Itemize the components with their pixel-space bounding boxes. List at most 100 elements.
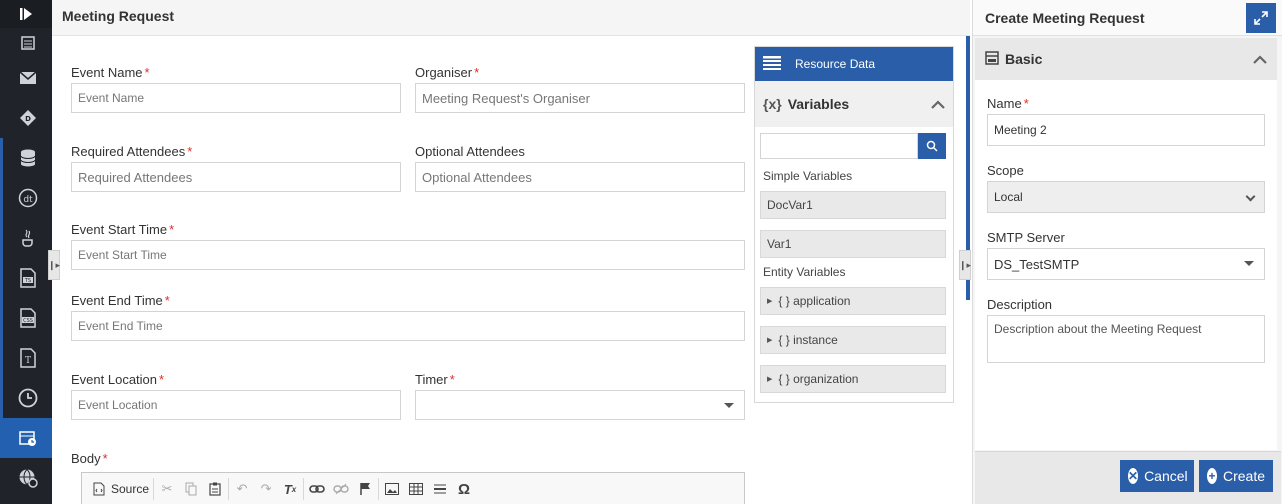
dt-icon[interactable]: dt xyxy=(0,178,52,218)
icon-rail: D dt TS CSS T xyxy=(0,0,52,504)
event-name-label: Event Name * xyxy=(71,65,150,80)
clock-icon[interactable] xyxy=(0,378,52,418)
svg-text:dt: dt xyxy=(23,195,33,205)
body-label: Body * xyxy=(71,451,108,466)
list-icon xyxy=(763,55,781,73)
simple-variable-item[interactable]: Var1 xyxy=(760,230,946,258)
smtp-server-label: SMTP Server xyxy=(987,230,1065,245)
name-label: Name * xyxy=(987,96,1029,111)
collapse-toggle-icon[interactable] xyxy=(0,0,52,28)
source-icon xyxy=(90,480,108,498)
body-editor-toolbar: Source ✂ ↶ ↷ Tx Ω xyxy=(81,472,745,504)
left-collapse-handle[interactable]: ❙▸ xyxy=(48,250,60,280)
chevron-down-icon xyxy=(1245,191,1256,202)
main-panel: Meeting Request Event Name * Event Name O… xyxy=(48,0,971,504)
app-window: D dt TS CSS T Meeting Request Event Name… xyxy=(0,0,1282,504)
basic-section-header[interactable]: Basic xyxy=(975,38,1277,80)
resource-data-header[interactable]: Resource Data xyxy=(755,47,953,81)
optional-attendees-input[interactable]: Optional Attendees xyxy=(415,162,745,192)
table-icon[interactable] xyxy=(407,480,425,498)
java-icon[interactable] xyxy=(0,218,52,258)
page-title: Meeting Request xyxy=(52,0,970,36)
variables-header[interactable]: {x} Variables xyxy=(755,81,953,127)
simple-variable-item[interactable]: DocVar1 xyxy=(760,191,946,219)
caret-right-icon: ▶ xyxy=(767,376,773,383)
redo-icon[interactable]: ↷ xyxy=(257,480,275,498)
properties-panel: Create Meeting Request Basic Name * Meeti… xyxy=(972,0,1282,504)
required-attendees-input[interactable]: Required Attendees xyxy=(71,162,401,192)
svg-text:CSS: CSS xyxy=(23,318,33,324)
smtp-server-select[interactable]: DS_TestSMTP xyxy=(987,248,1265,280)
description-label: Description xyxy=(987,297,1053,312)
name-input[interactable]: Meeting 2 xyxy=(987,114,1265,146)
svg-text:TS: TS xyxy=(23,278,30,284)
right-collapse-handle[interactable]: ❙▸ xyxy=(959,250,971,280)
chevron-up-icon[interactable] xyxy=(1253,51,1267,67)
image-icon[interactable] xyxy=(383,480,401,498)
event-end-time-input[interactable]: Event End Time xyxy=(71,311,745,341)
properties-title: Create Meeting Request xyxy=(985,9,1145,26)
mail-icon[interactable] xyxy=(0,58,52,98)
scope-label: Scope xyxy=(987,163,1024,178)
variable-search-input[interactable] xyxy=(760,133,918,159)
source-button[interactable]: Source xyxy=(90,480,149,498)
timer-label: Timer * xyxy=(415,372,455,387)
close-icon: ✕ xyxy=(1128,468,1139,484)
entity-variable-item[interactable]: ▶{ } instance xyxy=(760,326,946,354)
paste-icon[interactable] xyxy=(206,480,224,498)
caret-right-icon: ▶ xyxy=(767,298,773,305)
section-icon xyxy=(985,50,999,68)
link-icon[interactable] xyxy=(308,480,326,498)
svg-text:D: D xyxy=(25,115,31,123)
anchor-flag-icon[interactable] xyxy=(356,480,374,498)
resource-data-panel: Resource Data {x} Variables Simple Variab… xyxy=(754,46,954,403)
event-start-time-input[interactable]: Event Start Time xyxy=(71,240,745,270)
timer-select[interactable] xyxy=(415,390,745,420)
special-char-icon[interactable]: Ω xyxy=(455,480,473,498)
basic-section-title: Basic xyxy=(1005,51,1043,67)
basic-section-body: Name * Meeting 2 Scope Local SMTP Server … xyxy=(975,80,1277,450)
dialog-footer: ✕ Cancel + Create xyxy=(975,451,1281,504)
horizontal-line-icon[interactable] xyxy=(431,480,449,498)
entity-variable-item[interactable]: ▶{ } organization xyxy=(760,365,946,393)
description-textarea[interactable]: Description about the Meeting Request xyxy=(987,315,1265,363)
required-attendees-label: Required Attendees * xyxy=(71,144,193,159)
simple-variables-label: Simple Variables xyxy=(763,169,853,183)
gateway-icon[interactable]: D xyxy=(0,98,52,138)
meeting-request-icon[interactable] xyxy=(0,418,52,458)
chevron-up-icon[interactable] xyxy=(931,96,945,112)
variables-title: Variables xyxy=(787,96,850,112)
unlink-icon[interactable] xyxy=(332,480,350,498)
cut-icon[interactable]: ✂ xyxy=(158,480,176,498)
svg-text:T: T xyxy=(24,356,30,366)
database-icon[interactable] xyxy=(0,138,52,178)
event-location-label: Event Location * xyxy=(71,372,165,387)
optional-attendees-label: Optional Attendees xyxy=(415,144,525,159)
remove-format-icon[interactable]: Tx xyxy=(281,480,299,498)
organiser-label: Organiser * xyxy=(415,65,480,80)
variables-icon: {x} xyxy=(763,96,782,112)
event-end-time-label: Event End Time * xyxy=(71,293,170,308)
create-button[interactable]: + Create xyxy=(1199,460,1273,492)
search-icon[interactable] xyxy=(918,133,946,159)
plus-icon: + xyxy=(1207,468,1217,484)
expand-icon[interactable] xyxy=(1246,2,1276,33)
properties-header: Create Meeting Request xyxy=(973,0,1282,36)
text-file-icon[interactable]: T xyxy=(0,338,52,378)
css-file-icon[interactable]: CSS xyxy=(0,298,52,338)
variable-search xyxy=(760,133,946,159)
copy-icon[interactable] xyxy=(182,480,200,498)
scope-select[interactable]: Local xyxy=(987,181,1265,213)
undo-icon[interactable]: ↶ xyxy=(233,480,251,498)
entity-variable-item[interactable]: ▶{ } application xyxy=(760,287,946,315)
ts-file-icon[interactable]: TS xyxy=(0,258,52,298)
caret-down-icon xyxy=(724,403,734,408)
caret-right-icon: ▶ xyxy=(767,337,773,344)
organiser-input[interactable]: Meeting Request's Organiser xyxy=(415,83,745,113)
event-name-input[interactable]: Event Name xyxy=(71,83,401,113)
globe-settings-icon[interactable] xyxy=(0,458,52,498)
document-list-icon[interactable] xyxy=(0,28,52,58)
cancel-button[interactable]: ✕ Cancel xyxy=(1120,460,1194,492)
event-location-input[interactable]: Event Location xyxy=(71,390,401,420)
event-start-time-label: Event Start Time * xyxy=(71,222,175,237)
